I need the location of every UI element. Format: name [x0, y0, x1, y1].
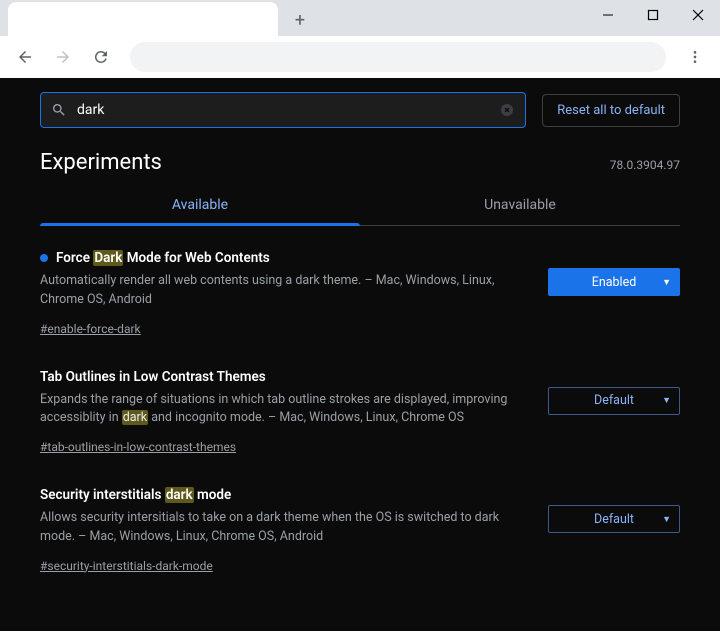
titlebar: +	[0, 0, 720, 36]
browser-tab[interactable]	[8, 2, 278, 36]
flag-select-wrap: Default ▼	[548, 387, 680, 415]
address-bar[interactable]	[130, 42, 666, 72]
browser-toolbar	[0, 36, 720, 78]
tab-available[interactable]: Available	[40, 185, 360, 225]
flag-row: Force Dark Mode for Web Contents Automati…	[40, 226, 680, 345]
browser-chrome: +	[0, 0, 720, 78]
page-title: Experiments	[40, 150, 162, 175]
window-controls	[585, 0, 720, 30]
reset-all-button[interactable]: Reset all to default	[542, 94, 680, 127]
flag-state-select[interactable]: Enabled ▼	[548, 268, 680, 296]
version-label: 78.0.3904.97	[610, 158, 680, 172]
flag-select-wrap: Enabled ▼	[548, 268, 680, 296]
chevron-down-icon: ▼	[662, 277, 671, 288]
flag-state-label: Default	[594, 512, 634, 527]
flag-title-row: Tab Outlines in Low Contrast Themes	[40, 369, 532, 385]
flag-content: Security interstitials dark mode Allows s…	[40, 487, 532, 574]
forward-button[interactable]	[46, 40, 80, 74]
search-row: Reset all to default	[40, 78, 680, 138]
flag-title-row: Security interstitials dark mode	[40, 487, 532, 503]
tab-unavailable[interactable]: Unavailable	[360, 185, 680, 225]
flag-title: Security interstitials dark mode	[40, 487, 231, 503]
flag-title-row: Force Dark Mode for Web Contents	[40, 250, 532, 266]
flag-description: Expands the range of situations in which…	[40, 391, 532, 429]
page-title-row: Experiments 78.0.3904.97	[40, 150, 680, 175]
plus-icon: +	[295, 10, 305, 31]
kebab-icon	[687, 49, 703, 65]
flags-page: Reset all to default Experiments 78.0.39…	[0, 78, 720, 631]
flag-row: Tab Outlines in Low Contrast Themes Expan…	[40, 345, 680, 464]
flag-description: Allows security intersitials to take on …	[40, 509, 532, 547]
flag-description: Automatically render all web contents us…	[40, 272, 532, 310]
minimize-icon	[602, 9, 614, 21]
search-highlight: dark	[122, 410, 148, 425]
search-highlight: dark	[165, 487, 194, 503]
search-icon	[51, 102, 67, 118]
search-highlight: Dark	[93, 250, 123, 266]
chevron-down-icon: ▼	[662, 395, 671, 406]
flag-state-select[interactable]: Default ▼	[548, 387, 680, 415]
arrow-right-icon	[54, 48, 72, 66]
flag-row: Security interstitials dark mode Allows s…	[40, 463, 680, 582]
reload-icon	[92, 48, 110, 66]
reload-button[interactable]	[84, 40, 118, 74]
tabs: Available Unavailable	[40, 185, 680, 226]
flag-state-select[interactable]: Default ▼	[548, 505, 680, 533]
minimize-button[interactable]	[585, 0, 630, 30]
flag-content: Force Dark Mode for Web Contents Automati…	[40, 250, 532, 337]
chevron-down-icon: ▼	[662, 514, 671, 525]
maximize-button[interactable]	[630, 0, 675, 30]
flag-anchor-link[interactable]: #enable-force-dark	[40, 322, 141, 336]
flag-title: Tab Outlines in Low Contrast Themes	[40, 369, 266, 385]
flag-state-label: Enabled	[592, 275, 637, 290]
close-button[interactable]	[675, 0, 720, 30]
flag-content: Tab Outlines in Low Contrast Themes Expan…	[40, 369, 532, 456]
search-input[interactable]	[77, 102, 489, 118]
search-box[interactable]	[40, 92, 526, 128]
flag-anchor-link[interactable]: #security-interstitials-dark-mode	[40, 559, 213, 573]
arrow-left-icon	[16, 48, 34, 66]
close-icon	[692, 9, 704, 21]
modified-dot-icon	[40, 254, 48, 262]
back-button[interactable]	[8, 40, 42, 74]
maximize-icon	[647, 9, 659, 21]
flag-select-wrap: Default ▼	[548, 505, 680, 533]
new-tab-button[interactable]: +	[286, 6, 314, 34]
browser-menu-button[interactable]	[678, 40, 712, 74]
flag-state-label: Default	[594, 393, 634, 408]
flag-anchor-link[interactable]: #tab-outlines-in-low-contrast-themes	[40, 440, 236, 454]
flag-title: Force Dark Mode for Web Contents	[56, 250, 270, 266]
clear-search-icon[interactable]	[499, 102, 515, 118]
